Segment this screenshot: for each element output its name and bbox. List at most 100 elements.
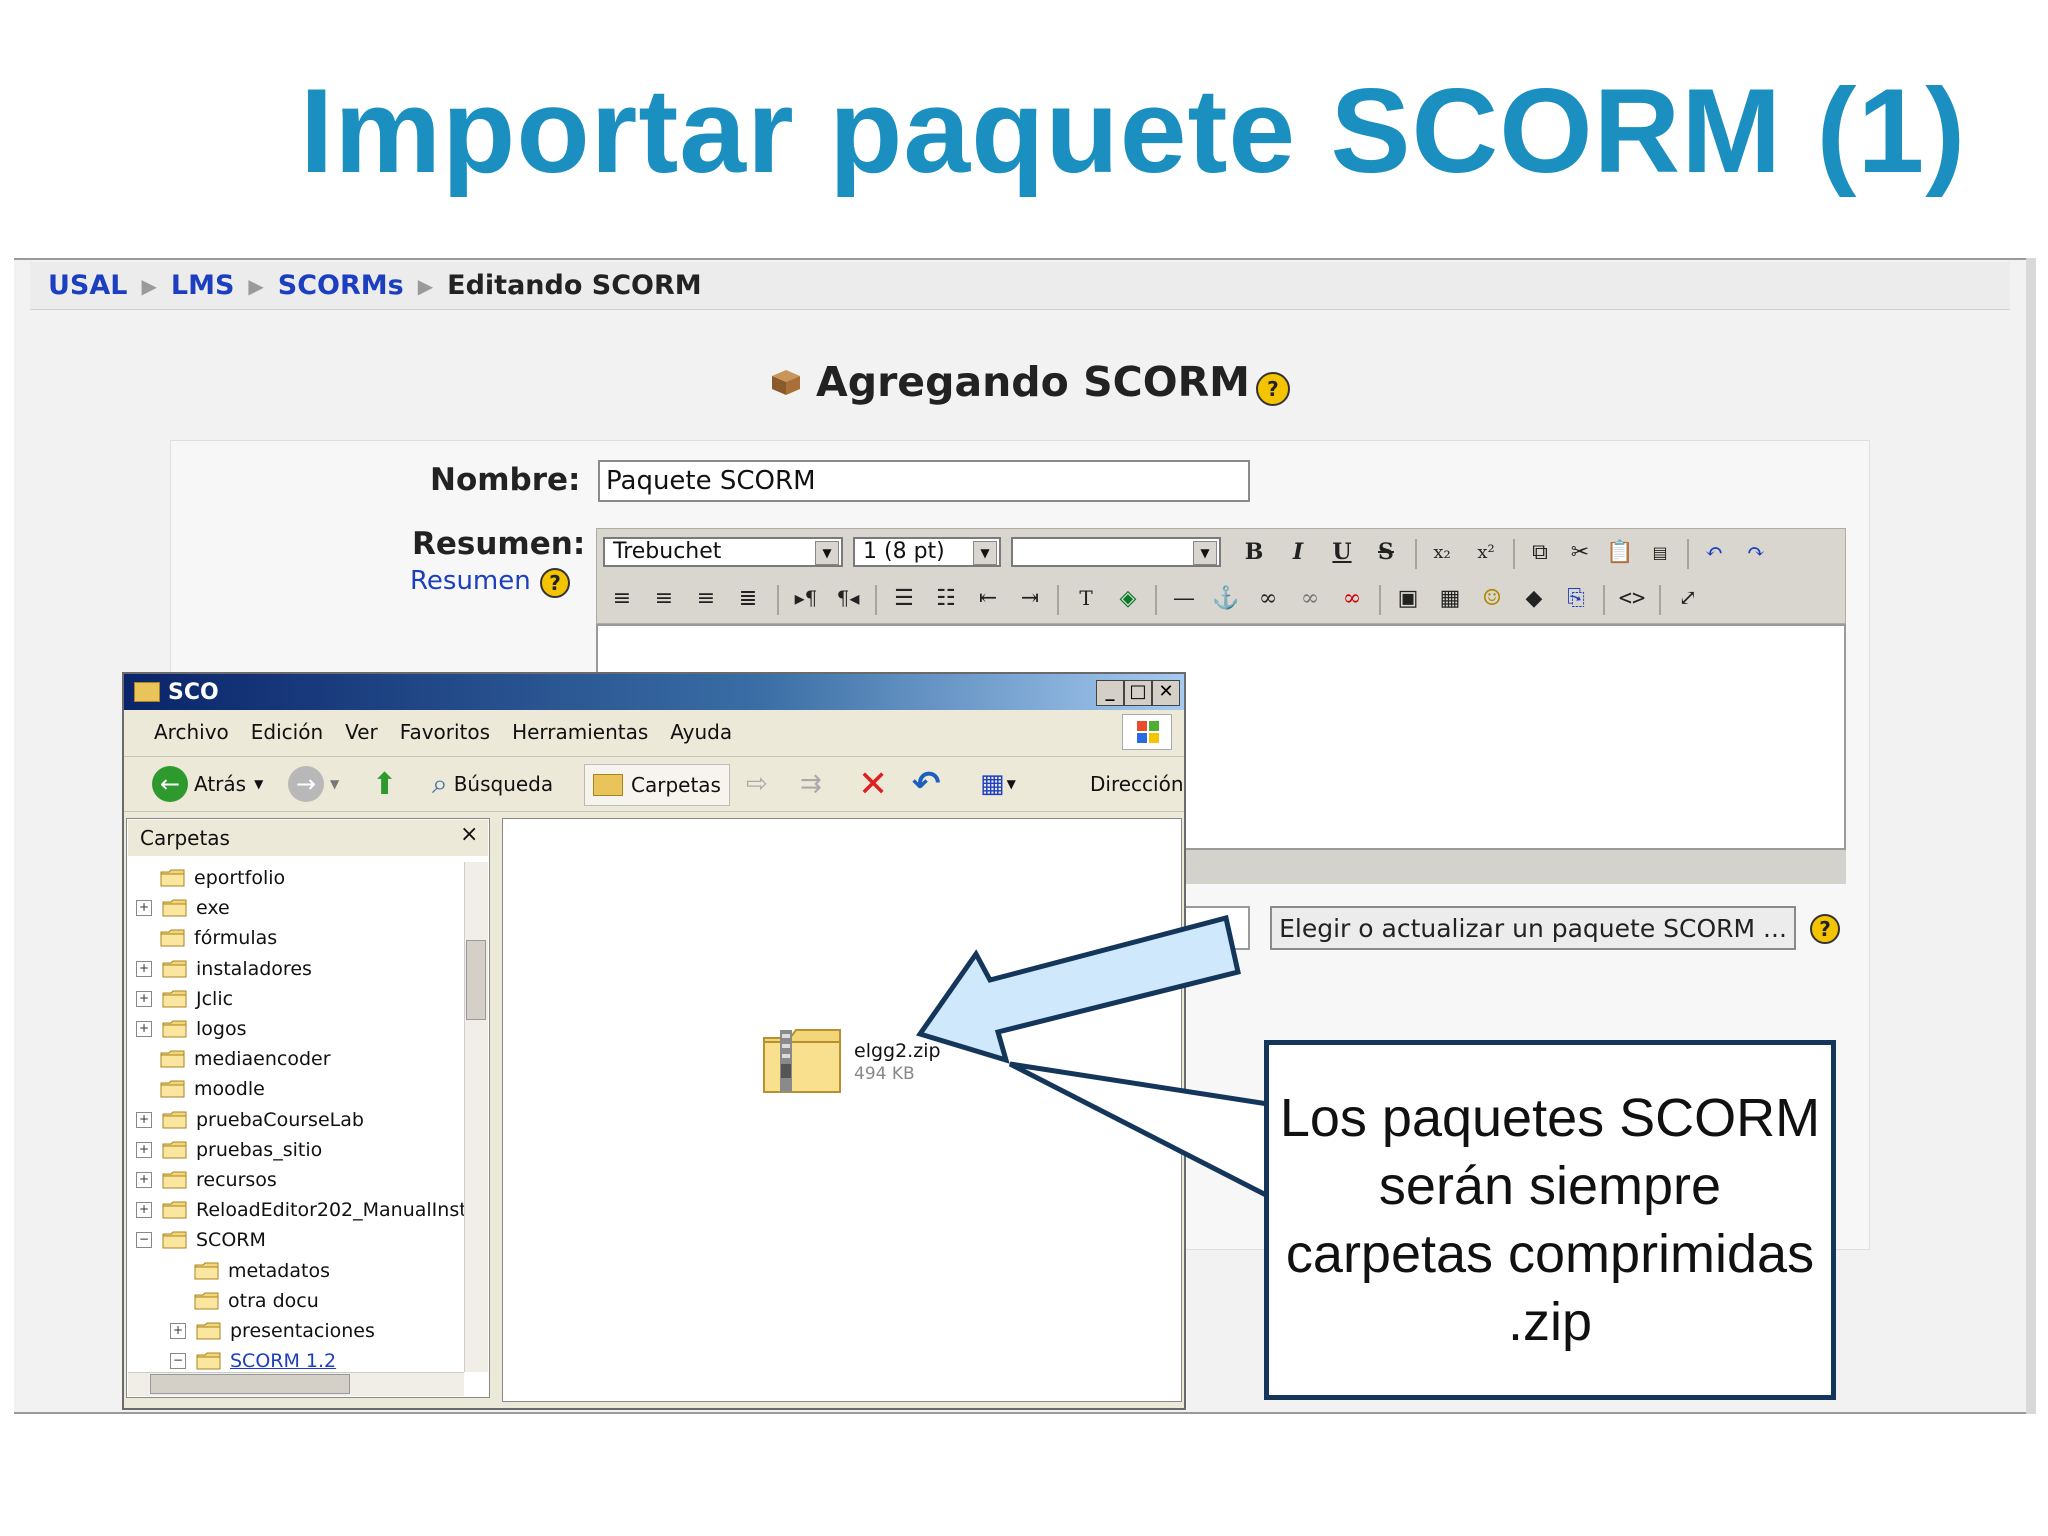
tree-folder-item[interactable]: otra docu [170,1287,319,1315]
tree-folder-item[interactable]: fórmulas [136,924,277,952]
nolink-icon[interactable]: ∞ [1335,581,1369,615]
forward-button[interactable]: → ▼ [288,764,339,804]
expand-icon[interactable]: + [136,1021,152,1037]
choose-package-button[interactable]: Elegir o actualizar un paquete SCORM ... [1270,906,1796,950]
delete-icon[interactable]: ✕ [858,764,888,805]
tree-folder-item[interactable]: mediaencoder [136,1045,331,1073]
italic-button[interactable]: I [1281,535,1315,569]
tree-folder-item[interactable]: + ReloadEditor202_ManualInstall [136,1196,489,1224]
tree-folder-item[interactable]: metadatos [170,1257,330,1285]
tree-vertical-scrollbar[interactable] [464,862,488,1372]
subscript-icon[interactable]: x₂ [1425,535,1459,569]
tree-folder-item[interactable]: + Jclic [136,985,233,1013]
undo-icon[interactable]: ↶ [1697,535,1731,569]
align-center-icon[interactable]: ≡ [647,581,681,615]
menu-edicion[interactable]: Edición [251,720,323,744]
zip-folder-icon[interactable] [760,1024,846,1096]
style-select[interactable]: ▼ [1011,537,1221,567]
tree-folder-item[interactable]: + recursos [136,1166,277,1194]
tree-folder-item[interactable]: + instaladores [136,955,312,983]
search-button[interactable]: ⌕ Búsqueda [432,764,553,804]
tree-folder-item[interactable]: − SCORM 1.2 [170,1347,336,1375]
window-titlebar[interactable]: SCO [124,674,1184,710]
scrollbar-thumb[interactable] [466,940,486,1020]
tree-folder-item[interactable]: eportfolio [136,864,285,892]
tree-folder-item[interactable]: + exe [136,894,230,922]
bold-button[interactable]: B [1237,535,1271,569]
folders-button[interactable]: Carpetas [584,764,730,806]
image-icon[interactable]: ▣ [1391,581,1425,615]
tree-folder-item[interactable]: + logos [136,1015,247,1043]
expand-icon[interactable]: + [136,1172,152,1188]
ordered-list-icon[interactable]: ☰ [887,581,921,615]
menu-favoritos[interactable]: Favoritos [400,720,490,744]
expand-icon[interactable]: + [170,1323,186,1339]
help-icon[interactable]: ? [540,568,570,598]
align-left-icon[interactable]: ≡ [605,581,639,615]
underline-button[interactable]: U [1325,535,1359,569]
undo-icon[interactable]: ↶ [912,764,941,804]
tree-folder-item[interactable]: − SCORM [136,1226,266,1254]
back-button[interactable]: ← Atrás ▼ [152,764,263,804]
strike-button[interactable]: S [1369,535,1403,569]
menu-archivo[interactable]: Archivo [154,720,229,744]
expand-icon[interactable]: + [136,1202,152,1219]
ltr-icon[interactable]: ▸¶ [789,581,823,615]
fullscreen-icon[interactable]: ⤢ [1671,581,1705,615]
rtl-icon[interactable]: ¶◂ [831,581,865,615]
tree-folder-item[interactable]: + pruebas_sitio [136,1136,322,1164]
up-folder-icon[interactable]: ⬆ [372,764,397,804]
expand-icon[interactable]: + [136,960,152,977]
expand-icon[interactable]: + [136,900,152,917]
redo-icon[interactable]: ↷ [1739,535,1773,569]
bg-color-icon[interactable]: ◈ [1111,581,1145,615]
superscript-icon[interactable]: x² [1469,535,1503,569]
menu-herramientas[interactable]: Herramientas [512,720,648,744]
maximize-button[interactable]: □ [1124,680,1152,706]
font-size-select[interactable]: 1 (8 pt) ▼ [853,537,1001,567]
collapse-icon[interactable]: − [136,1232,152,1249]
file-name[interactable]: elgg2.zip [854,1040,941,1062]
help-icon[interactable]: ? [1255,372,1290,406]
minimize-button[interactable]: _ [1096,680,1124,706]
move-to-icon[interactable]: ⇨ [746,764,768,804]
table-icon[interactable]: ▦ [1433,581,1467,615]
html-source-icon[interactable]: <> [1615,581,1649,615]
align-right-icon[interactable]: ≡ [689,581,723,615]
indent-icon[interactable]: ⇥ [1013,581,1047,615]
horizontal-rule-icon[interactable]: — [1167,581,1201,615]
menu-ver[interactable]: Ver [345,720,378,744]
cut-icon[interactable]: ✂ [1563,535,1597,569]
collapse-icon[interactable]: − [170,1353,186,1370]
paste-word-icon[interactable]: ▤ [1643,535,1677,569]
breadcrumb-usal[interactable]: USAL [48,270,127,301]
font-family-select[interactable]: Trebuchet ▼ [603,537,843,567]
copy-icon[interactable]: ⧉ [1523,535,1557,569]
package-path-input[interactable] [1184,906,1250,950]
expand-icon[interactable]: + [136,1111,152,1128]
anchor-icon[interactable]: ⚓ [1209,581,1243,615]
link-icon[interactable]: ∞ [1251,581,1285,615]
unlink-icon[interactable]: ∞ [1293,581,1327,615]
page-scrollbar[interactable] [2026,258,2036,1414]
breadcrumb-lms[interactable]: LMS [171,270,235,301]
views-icon[interactable]: ▦ ▼ [980,764,1016,804]
justify-icon[interactable]: ≣ [731,581,765,615]
search-replace-icon[interactable]: ⎘ [1559,581,1593,615]
smiley-icon[interactable]: ☺ [1475,581,1509,615]
close-button[interactable]: ✕ [1152,680,1180,706]
special-char-icon[interactable]: ◆ [1517,581,1551,615]
resumen-help-link[interactable]: Resumen [410,566,531,596]
paste-icon[interactable]: 📋 [1603,535,1637,569]
menu-ayuda[interactable]: Ayuda [670,720,732,744]
help-icon[interactable]: ? [1810,914,1840,944]
expand-icon[interactable]: + [136,1141,152,1158]
tree-folder-item[interactable]: + presentaciones [170,1317,375,1345]
breadcrumb-scorms[interactable]: SCORMs [278,270,404,301]
close-icon[interactable]: × [460,822,478,847]
unordered-list-icon[interactable]: ☷ [929,581,963,615]
scrollbar-thumb[interactable] [150,1374,350,1394]
expand-icon[interactable]: + [136,990,152,1007]
outdent-icon[interactable]: ⇤ [971,581,1005,615]
tree-folder-item[interactable]: + pruebaCourseLab [136,1106,364,1134]
